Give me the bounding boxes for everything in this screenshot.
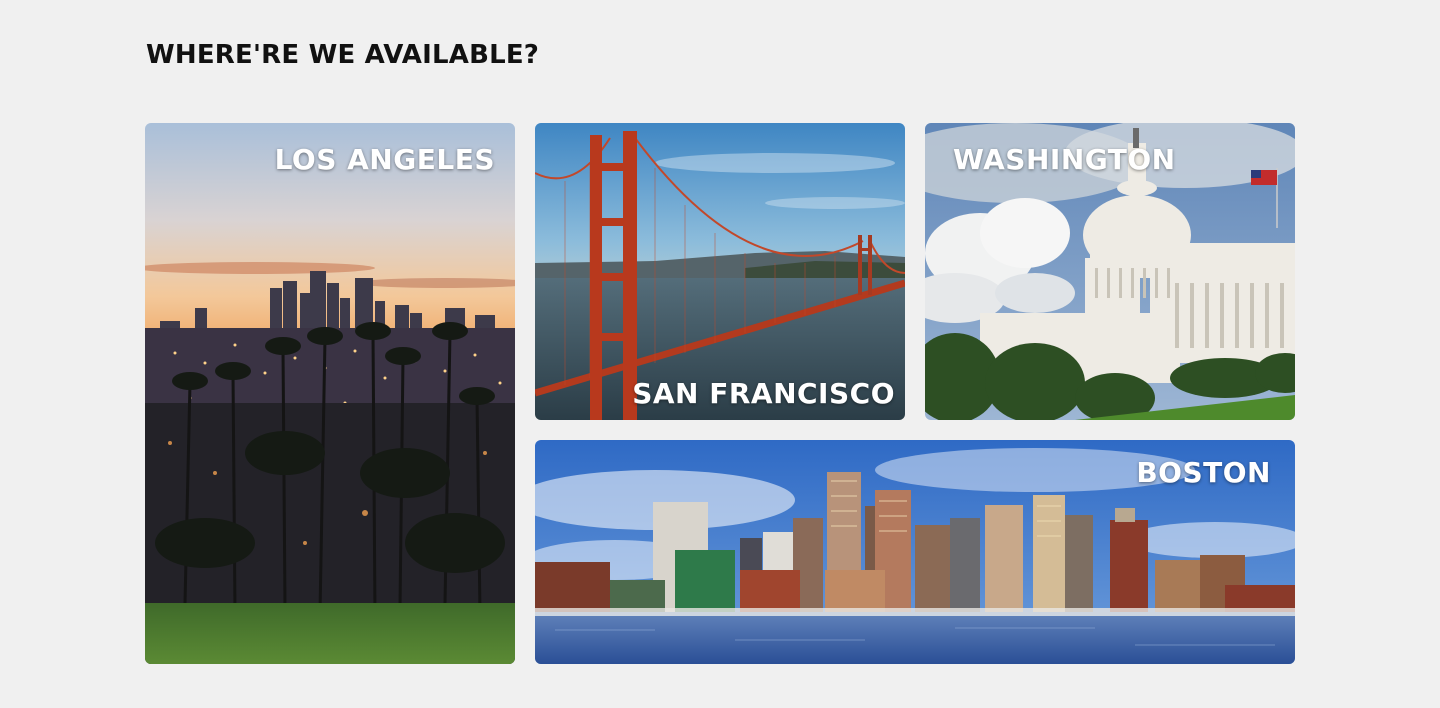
city-name-washington: WASHINGTON [953,143,1176,176]
city-card-boston[interactable]: BOSTON [535,440,1295,664]
san-francisco-photo [535,123,905,420]
los-angeles-photo [145,123,515,664]
city-name-boston: BOSTON [1136,456,1271,489]
city-name-los-angeles: LOS ANGELES [274,143,495,176]
city-card-washington[interactable]: WASHINGTON [925,123,1295,420]
city-card-san-francisco[interactable]: SAN FRANCISCO [535,123,905,420]
city-name-san-francisco: SAN FRANCISCO [632,377,895,410]
section-heading: WHERE'RE WE AVAILABLE? [146,40,540,70]
city-card-los-angeles[interactable]: LOS ANGELES [145,123,515,664]
